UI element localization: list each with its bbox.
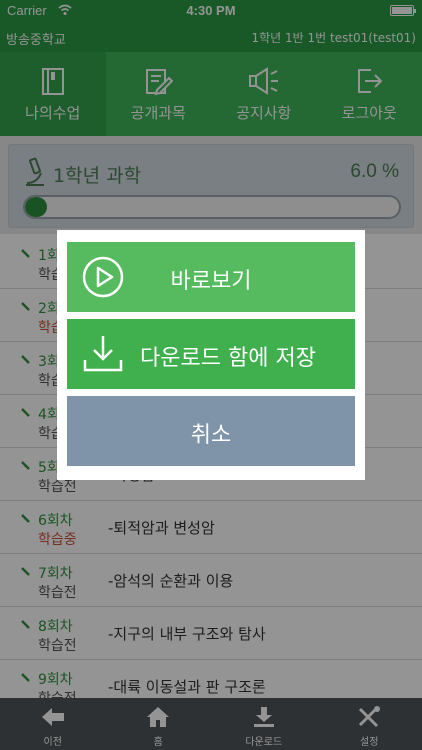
cancel-button[interactable]: 취소: [67, 396, 355, 466]
play-button[interactable]: 바로보기: [67, 242, 355, 312]
lesson-action-dialog: 바로보기 다운로드 함에 저장 취소: [57, 230, 365, 480]
download-label: 다운로드 함에 저장: [140, 346, 316, 371]
cancel-label: 취소: [190, 423, 232, 448]
save-to-downloads-button[interactable]: 다운로드 함에 저장: [67, 319, 355, 389]
play-label: 바로보기: [170, 269, 252, 294]
